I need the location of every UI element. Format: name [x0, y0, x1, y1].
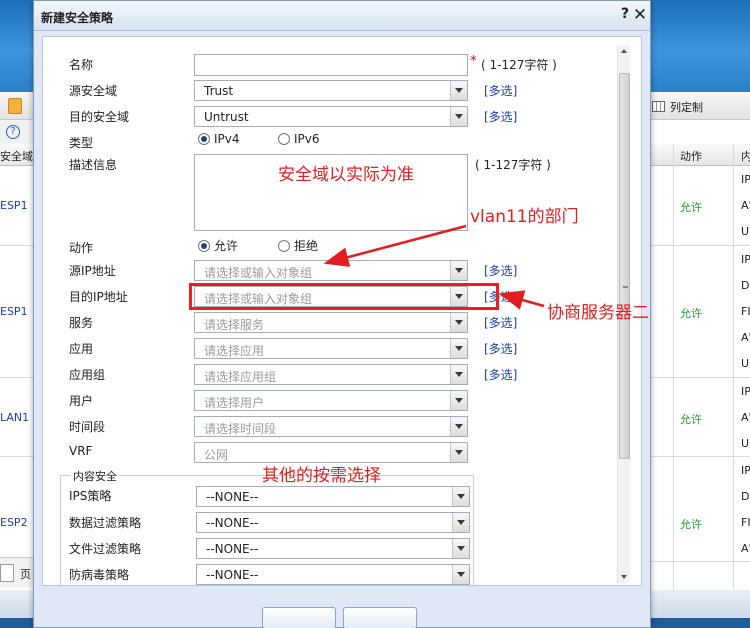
app-group-label: 应用组 — [69, 368, 106, 382]
name-hint: ( 1-127字符 ) — [481, 58, 557, 72]
grid-icon — [652, 101, 665, 112]
chevron-down-icon[interactable] — [452, 565, 469, 584]
column-setting-button[interactable]: 列定制 — [652, 99, 703, 115]
time-range-select[interactable]: 请选择时间段 — [194, 416, 468, 437]
chevron-down-icon[interactable] — [452, 513, 469, 532]
help-icon[interactable]: ? — [6, 125, 20, 139]
src-zone-label: 源安全域 — [69, 84, 118, 98]
vrf-label: VRF — [69, 444, 93, 458]
help-button[interactable]: ? — [618, 6, 632, 24]
action-label: 动作 — [69, 241, 94, 255]
radio-checked-icon — [198, 240, 210, 252]
radio-checked-icon — [198, 133, 210, 145]
action-deny-radio[interactable]: 拒绝 — [278, 237, 318, 253]
chevron-down-icon[interactable] — [450, 107, 467, 126]
src-ip-select[interactable]: 请选择或输入对象组 — [194, 260, 468, 281]
antivirus-label: 防病毒策略 — [69, 568, 130, 582]
dst-zone-multiselect-link[interactable]: [多选] — [484, 108, 517, 125]
page-number-input[interactable] — [0, 564, 14, 582]
app-group-select[interactable]: 请选择应用组 — [194, 364, 468, 385]
dst-ip-label: 目的IP地址 — [69, 290, 128, 304]
service-select[interactable]: 请选择服务 — [194, 312, 468, 333]
data-filter-label: 数据过滤策略 — [69, 516, 142, 530]
chevron-down-icon[interactable] — [450, 391, 467, 410]
annotation-other-note: 其他的按需选择 — [262, 466, 381, 486]
app-label: 应用 — [69, 342, 94, 356]
dialog-title: 新建安全策略 — [41, 11, 114, 25]
description-hint: ( 1-127字符 ) — [475, 158, 551, 172]
header-content: 内 — [741, 150, 750, 163]
antivirus-select[interactable]: --NONE-- — [196, 564, 470, 585]
chevron-down-icon[interactable] — [450, 417, 467, 436]
cancel-button[interactable] — [343, 607, 417, 628]
dst-zone-label: 目的安全域 — [69, 110, 130, 124]
file-filter-select[interactable]: --NONE-- — [196, 538, 470, 559]
src-zone-select[interactable]: Trust — [194, 80, 468, 101]
chevron-down-icon[interactable] — [450, 443, 467, 462]
chevron-down-icon[interactable] — [450, 339, 467, 358]
header-zone: 安全域 — [0, 150, 33, 163]
header-action: 动作 — [680, 150, 702, 163]
chevron-down-icon[interactable] — [450, 313, 467, 332]
radio-unchecked-icon — [278, 240, 290, 252]
grip-icon — [623, 286, 628, 288]
chevron-down-icon[interactable] — [450, 81, 467, 100]
document-icon[interactable] — [8, 98, 22, 114]
scroll-thumb[interactable] — [619, 73, 630, 459]
scroll-up-icon[interactable] — [621, 49, 627, 53]
type-ipv6-radio[interactable]: IPv6 — [278, 132, 320, 148]
pagination: 页 — [0, 557, 34, 587]
service-multiselect-link[interactable]: [多选] — [484, 314, 517, 331]
action-allow-radio[interactable]: 允许 — [198, 237, 238, 253]
src-ip-multiselect-link[interactable]: [多选] — [484, 262, 517, 279]
dialog-footer — [34, 593, 650, 628]
chevron-down-icon[interactable] — [450, 261, 467, 280]
page-label: 页 — [20, 568, 31, 581]
service-label: 服务 — [69, 316, 94, 330]
type-ipv4-radio[interactable]: IPv4 — [198, 132, 240, 148]
user-select[interactable]: 请选择用户 — [194, 390, 468, 411]
src-zone-multiselect-link[interactable]: [多选] — [484, 82, 517, 99]
data-filter-select[interactable]: --NONE-- — [196, 512, 470, 533]
chevron-down-icon[interactable] — [450, 365, 467, 384]
required-mark: * — [470, 54, 477, 69]
ips-policy-label: IPS策略 — [69, 489, 112, 503]
type-label: 类型 — [69, 136, 94, 150]
annotation-server-note: 协商服务器二 — [547, 303, 649, 323]
description-label: 描述信息 — [69, 158, 118, 172]
content-security-legend: 内容安全 — [70, 468, 120, 484]
close-button[interactable]: ✕ — [632, 5, 648, 25]
chevron-down-icon[interactable] — [452, 539, 469, 558]
name-input[interactable] — [194, 54, 468, 76]
scroll-down-icon[interactable] — [621, 575, 627, 579]
name-label: 名称 — [69, 58, 94, 72]
ips-policy-select[interactable]: --NONE-- — [196, 486, 470, 507]
dst-zone-select[interactable]: Untrust — [194, 106, 468, 127]
app-select[interactable]: 请选择应用 — [194, 338, 468, 359]
vrf-select[interactable]: 公网 — [194, 442, 468, 463]
time-range-label: 时间段 — [69, 420, 106, 434]
radio-unchecked-icon — [278, 133, 290, 145]
src-ip-label: 源IP地址 — [69, 264, 116, 278]
user-label: 用户 — [69, 394, 94, 408]
app-multiselect-link[interactable]: [多选] — [484, 340, 517, 357]
annotation-vlan-note: vlan11的部门 — [470, 207, 579, 227]
app-group-multiselect-link[interactable]: [多选] — [484, 366, 517, 383]
chevron-down-icon[interactable] — [452, 487, 469, 506]
confirm-button[interactable] — [262, 607, 336, 628]
annotation-zone-note: 安全域以实际为准 — [278, 165, 414, 185]
dialog-titlebar[interactable]: 新建安全策略 ? ✕ — [34, 1, 650, 31]
annotation-highlight-box — [189, 283, 499, 310]
file-filter-label: 文件过滤策略 — [69, 542, 142, 556]
